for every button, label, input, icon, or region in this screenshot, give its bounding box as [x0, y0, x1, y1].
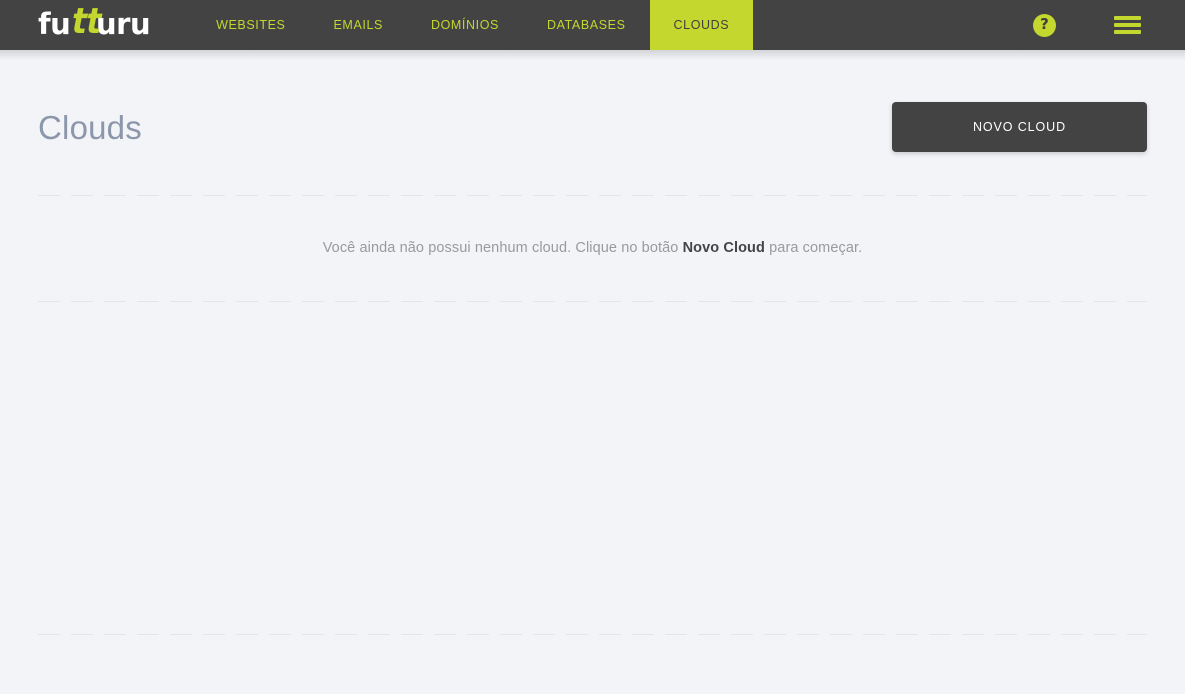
nav-item-clouds[interactable]: CLOUDS	[649, 0, 754, 50]
nav-item-emails[interactable]: EMAILS	[310, 0, 407, 50]
hamburger-bar-1	[1114, 16, 1141, 20]
empty-state-text-before: Você ainda não possui nenhum cloud. Cliq…	[322, 240, 679, 256]
help-icon[interactable]: ?	[1033, 13, 1056, 37]
logo-wordmark: futturu	[38, 0, 151, 41]
top-header: futturu WEBSITES EMAILS DOMÍNIOS DATABAS…	[0, 0, 1185, 60]
nav-item-databases[interactable]: DATABASES	[523, 0, 650, 50]
empty-state-text-after: para começar.	[769, 240, 863, 256]
hamburger-menu-icon[interactable]	[1114, 14, 1141, 36]
empty-state-message: Você ainda não possui nenhum cloud. Cliq…	[38, 196, 1147, 301]
brand-logo[interactable]: futturu	[0, 0, 151, 50]
logo-text-part1: fu	[38, 6, 71, 41]
logo-text-accent: tt	[68, 0, 106, 41]
header-actions: ?	[1033, 0, 1185, 50]
divider-bottom	[38, 634, 1147, 635]
page-content: Clouds NOVO CLOUD Você ainda não possui …	[0, 50, 1185, 635]
new-cloud-button[interactable]: NOVO CLOUD	[892, 102, 1147, 152]
hamburger-bar-3	[1114, 30, 1141, 34]
nav-item-dominios[interactable]: DOMÍNIOS	[407, 0, 523, 50]
logo-text-part2: uru	[96, 6, 151, 41]
empty-content-area	[38, 302, 1147, 634]
hamburger-bar-2	[1114, 23, 1141, 27]
empty-state-highlight: Novo Cloud	[682, 240, 765, 256]
page-header-row: Clouds NOVO CLOUD	[38, 50, 1147, 195]
main-navigation: WEBSITES EMAILS DOMÍNIOS DATABASES CLOUD…	[192, 0, 754, 50]
page-title: Clouds	[38, 109, 142, 146]
nav-item-websites[interactable]: WEBSITES	[192, 0, 309, 50]
